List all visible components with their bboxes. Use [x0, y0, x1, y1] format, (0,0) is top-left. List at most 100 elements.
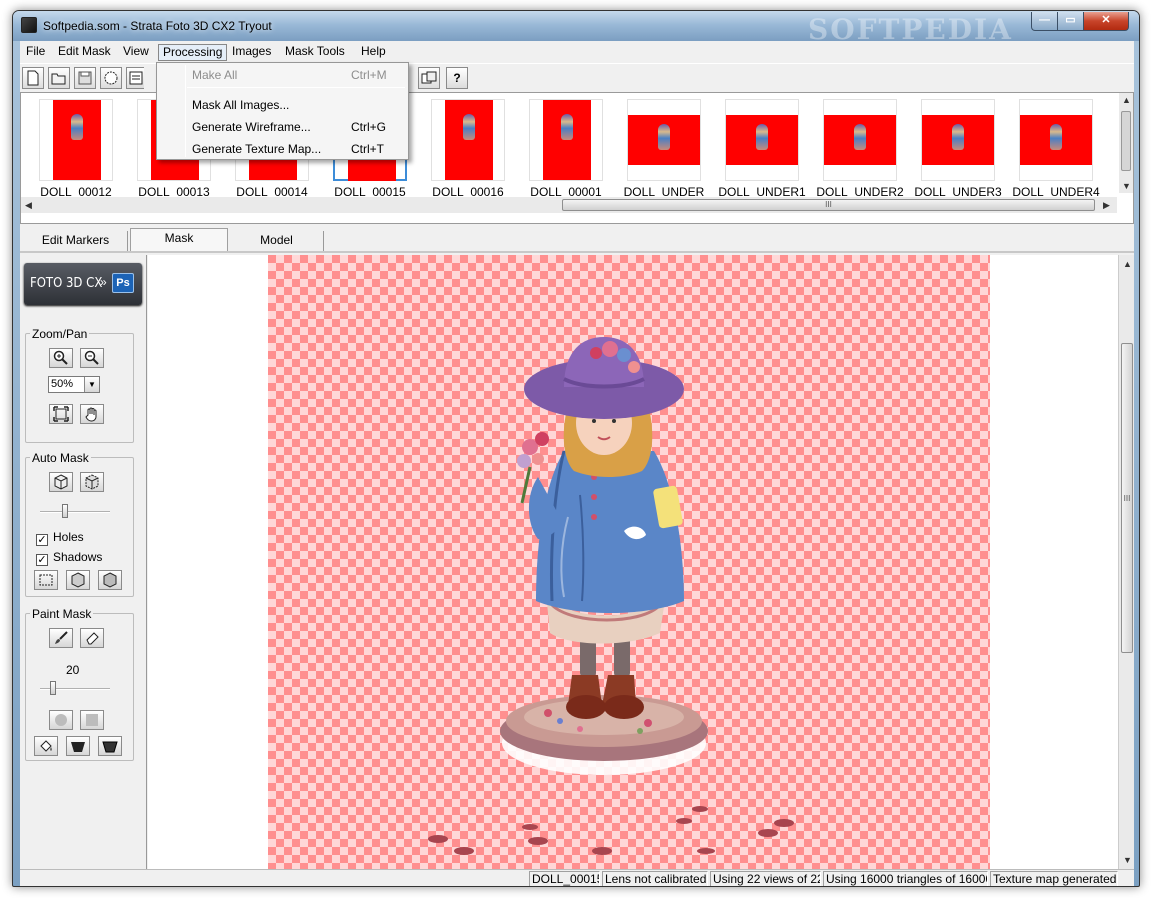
thumbnail-item[interactable]: DOLL_UNDER1 [717, 99, 807, 199]
transparency-checkerboard[interactable] [268, 255, 990, 869]
thumbnail-horizontal-scrollbar[interactable]: ◀ III ▶ [21, 197, 1117, 213]
thumbnail-image[interactable] [39, 99, 113, 181]
holes-check-icon[interactable]: ✓ [36, 534, 48, 546]
mask-subtract-button[interactable] [98, 570, 122, 590]
copy-images-icon [421, 71, 437, 84]
menu-file[interactable]: File [22, 44, 49, 61]
canvas-scroll-down-icon[interactable]: ▼ [1123, 855, 1132, 865]
menu-mask-tools[interactable]: Mask Tools [281, 44, 349, 61]
slider-knob[interactable] [62, 504, 68, 518]
globe-icon [104, 71, 118, 85]
shadows-checkbox[interactable]: ✓ Shadows [36, 550, 102, 566]
thumbnail-item[interactable]: DOLL_UNDER [619, 99, 709, 199]
scroll-up-icon[interactable]: ▲ [1122, 95, 1131, 105]
pan-button[interactable] [80, 404, 104, 424]
scroll-down-icon[interactable]: ▼ [1122, 181, 1131, 191]
eraser-button[interactable] [80, 628, 104, 648]
auto-mask-button[interactable] [49, 472, 73, 492]
thumbnail-item[interactable]: DOLL_00016 [423, 99, 513, 199]
thumbnail-image[interactable] [725, 99, 799, 181]
holes-checkbox[interactable]: ✓ Holes [36, 530, 84, 546]
fill-button[interactable] [34, 736, 58, 756]
photoshop-icon: Ps [112, 273, 134, 293]
tab-edit-markers[interactable]: Edit Markers [24, 231, 128, 251]
menu-processing[interactable]: Processing [158, 44, 228, 61]
brush-size-slider[interactable] [40, 681, 110, 695]
thumbnail-image[interactable] [1019, 99, 1093, 181]
help-button[interactable]: ? [446, 67, 468, 89]
new-button[interactable] [22, 67, 44, 89]
zoom-out-button[interactable] [80, 348, 104, 368]
select-region-button[interactable] [34, 570, 58, 590]
mask-background [543, 100, 591, 180]
zoom-in-button[interactable] [49, 348, 73, 368]
auto-mask-threshold-slider[interactable] [40, 504, 110, 518]
thumbnail-item[interactable]: DOLL_00001 [521, 99, 611, 199]
fit-view-button[interactable] [49, 404, 73, 424]
mask-clear-button[interactable] [98, 736, 122, 756]
thumbnail-item[interactable]: DOLL_UNDER2 [815, 99, 905, 199]
mask-fill-button[interactable] [66, 736, 90, 756]
chevron-down-icon[interactable]: ▼ [84, 377, 99, 392]
shadows-check-icon[interactable]: ✓ [36, 554, 48, 566]
thumbnail-vscroll-thumb[interactable] [1121, 111, 1131, 171]
thumbnail-image[interactable] [823, 99, 897, 181]
menu-view[interactable]: View [119, 44, 153, 61]
thumbnail-item[interactable]: DOLL_UNDER3 [913, 99, 1003, 199]
canvas-scroll-up-icon[interactable]: ▲ [1123, 259, 1132, 269]
bowl-outline-icon [102, 741, 118, 753]
canvas-vscroll-thumb[interactable]: III [1121, 343, 1133, 653]
generate-texture-map-shortcut: Ctrl+T [351, 142, 384, 156]
mask-canvas[interactable] [148, 255, 1118, 869]
thumbnail-image[interactable] [921, 99, 995, 181]
save-button[interactable] [74, 67, 96, 89]
title-bar[interactable]: Softpedia.som - Strata Foto 3D CX2 Tryou… [13, 11, 1139, 46]
maximize-icon: ▭ [1065, 14, 1076, 26]
scroll-left-icon[interactable]: ◀ [25, 200, 32, 211]
foto3d-logo: FOTO 3D CX » Ps [24, 263, 142, 305]
menu-item-generate-wireframe[interactable]: Generate Wireframe... Ctrl+G [159, 117, 406, 137]
minimize-button[interactable]: — [1031, 12, 1058, 31]
globe-button[interactable] [100, 67, 122, 89]
square-brush-button[interactable] [80, 710, 104, 730]
thumbnail-image[interactable] [627, 99, 701, 181]
tab-mask[interactable]: Mask [130, 228, 228, 251]
menu-item-generate-texture-map[interactable]: Generate Texture Map... Ctrl+T [159, 139, 406, 159]
brush-button[interactable] [49, 628, 73, 648]
zoom-level-select[interactable]: 50% ▼ [48, 376, 100, 393]
thumbnail-item[interactable]: DOLL_00012 [31, 99, 121, 199]
thumbnail-image[interactable] [431, 99, 505, 181]
make-all-label: Make All [192, 68, 238, 82]
canvas-vertical-scrollbar[interactable]: ▲ III ▼ [1118, 255, 1134, 869]
minimize-icon: — [1039, 14, 1050, 26]
tab-model[interactable]: Model [230, 231, 324, 251]
round-brush-button[interactable] [49, 710, 73, 730]
menu-edit-mask[interactable]: Edit Mask [54, 44, 115, 61]
thumbnail-hscroll-thumb[interactable]: III [562, 199, 1095, 211]
menu-separator [187, 87, 405, 88]
logo-text: FOTO 3D CX [30, 276, 103, 291]
thumbnail-vertical-scrollbar[interactable]: ▲ ▼ [1119, 93, 1133, 193]
doll-figurine-image [428, 337, 794, 855]
list-button[interactable] [126, 67, 144, 89]
thumbnail-image[interactable] [529, 99, 603, 181]
canvas-scroll-grip-icon: III [1123, 494, 1131, 503]
paint-bucket-icon [40, 740, 52, 752]
close-button[interactable]: ✕ [1083, 12, 1129, 31]
generate-texture-map-label: Generate Texture Map... [192, 142, 322, 156]
menu-item-make-all[interactable]: Make All Ctrl+M [159, 65, 406, 85]
menu-help[interactable]: Help [357, 44, 390, 61]
maximize-button[interactable]: ▭ [1057, 12, 1084, 31]
brush-size-knob[interactable] [50, 681, 56, 695]
menu-images[interactable]: Images [228, 44, 275, 61]
menu-item-mask-all-images[interactable]: Mask All Images... [159, 95, 406, 115]
thumbnail-item[interactable]: DOLL_UNDER4 [1011, 99, 1101, 199]
doll-thumbnail-icon [463, 114, 475, 140]
mask-add-button[interactable] [66, 570, 90, 590]
copy-images-button[interactable] [418, 67, 440, 89]
zoom-pan-title: Zoom/Pan [30, 327, 90, 341]
open-button[interactable] [48, 67, 70, 89]
zoom-level-value: 50% [51, 378, 74, 390]
scroll-right-icon[interactable]: ▶ [1103, 200, 1110, 211]
auto-mask-all-button[interactable] [80, 472, 104, 492]
